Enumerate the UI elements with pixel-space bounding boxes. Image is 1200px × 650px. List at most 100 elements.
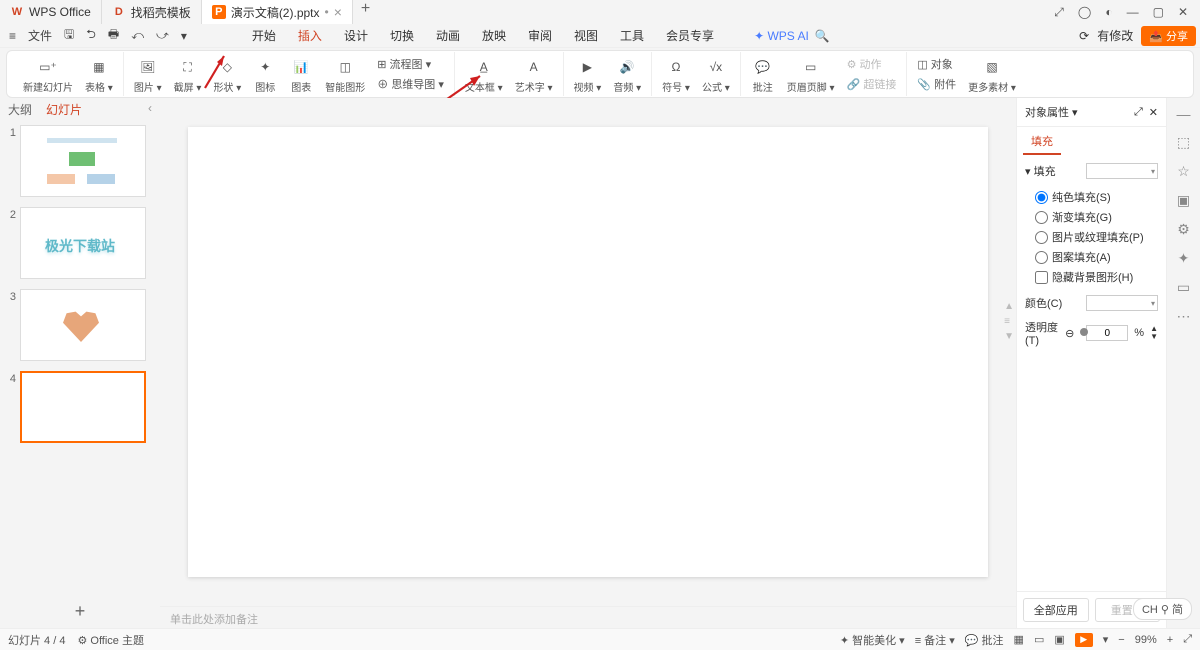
qat-print-icon[interactable]: 🖶	[103, 23, 124, 48]
sidetool-ai-icon[interactable]: ✦	[1178, 250, 1190, 267]
screenshot-button[interactable]: ⛶截屏 ▾	[170, 55, 206, 96]
app-tab-wps[interactable]: W WPS Office	[0, 0, 102, 24]
tab-transition[interactable]: 切换	[380, 25, 424, 46]
pin-icon[interactable]: ⤢	[1128, 106, 1149, 119]
sync-icon[interactable]: ⟳	[1079, 29, 1089, 43]
shape-button[interactable]: ◇形状 ▾	[209, 55, 245, 96]
smartart-button[interactable]: ◫智能图形	[321, 55, 369, 96]
collapse-right-icon[interactable]: —	[1177, 106, 1191, 122]
solid-fill-radio[interactable]: 纯色填充(S)	[1025, 187, 1158, 207]
qat-more-icon[interactable]: ▾	[176, 27, 192, 45]
comment-toggle[interactable]: 💬 批注	[965, 632, 1004, 648]
pattern-fill-radio[interactable]: 图案填充(A)	[1025, 247, 1158, 267]
sidetool-select-icon[interactable]: ⬚	[1177, 134, 1190, 151]
textbox-button[interactable]: A̲文本框 ▾	[461, 55, 507, 96]
notes-pane[interactable]: 单击此处添加备注	[160, 606, 1016, 628]
zoom-level[interactable]: 99%	[1135, 634, 1157, 646]
picture-button[interactable]: 🖼图片 ▾	[130, 55, 166, 96]
stepper-icon[interactable]: ▲▼	[1150, 325, 1158, 341]
tab-design[interactable]: 设计	[334, 25, 378, 46]
apply-all-button[interactable]: 全部应用	[1023, 598, 1089, 622]
theme-label[interactable]: ⚙ Office 主题	[65, 632, 156, 648]
wordart-button[interactable]: A艺术字 ▾	[511, 55, 557, 96]
notes-toggle[interactable]: ≡ 备注 ▾	[915, 632, 955, 648]
slide-thumb-1[interactable]	[20, 125, 146, 197]
scroll-indicator[interactable]: ▲≡▼	[1004, 301, 1014, 342]
action-link[interactable]: ⚙ 动作	[843, 55, 901, 73]
flowchart-link[interactable]: ⊞ 流程图 ▾	[373, 55, 448, 73]
slideshow-button[interactable]: ▶	[1075, 633, 1093, 647]
qat-redo-icon[interactable]: ⤻	[151, 26, 174, 45]
fill-section-label[interactable]: ▾ 填充	[1025, 163, 1056, 179]
fill-color-swatch[interactable]	[1086, 163, 1158, 179]
hyperlink-link[interactable]: 🔗 超链接	[843, 75, 901, 93]
close-panel-icon[interactable]: ✕	[1149, 106, 1158, 119]
color-picker[interactable]	[1086, 295, 1158, 311]
attachment-link[interactable]: 📎 附件	[913, 75, 960, 93]
close-tab-icon[interactable]: ×	[334, 4, 342, 20]
tab-insert[interactable]: 插入	[288, 25, 332, 46]
view-sorter-icon[interactable]: ▭	[1034, 633, 1044, 646]
tab-member[interactable]: 会员专享	[656, 25, 724, 46]
more-assets-button[interactable]: ▧更多素材 ▾	[964, 55, 1020, 96]
collapse-icon[interactable]: ‹	[148, 101, 152, 118]
tab-tools[interactable]: 工具	[610, 25, 654, 46]
share-button[interactable]: 📤 分享	[1141, 26, 1196, 46]
video-button[interactable]: ▶视频 ▾	[570, 55, 606, 96]
sidetool-star-icon[interactable]: ☆	[1177, 163, 1190, 180]
outline-tab[interactable]: 大纲	[8, 101, 32, 118]
maximize-icon[interactable]: ▢	[1153, 5, 1164, 20]
tab-review[interactable]: 审阅	[518, 25, 562, 46]
comment-button[interactable]: 💬批注	[747, 55, 779, 96]
zoom-out-icon[interactable]: −	[1118, 634, 1124, 646]
new-slide-button[interactable]: ▭⁺新建幻灯片	[19, 55, 77, 96]
qat-undo-icon[interactable]: ⤺	[126, 26, 149, 45]
sidetool-layers-icon[interactable]: ▣	[1177, 192, 1190, 209]
minimize-icon[interactable]: —	[1127, 5, 1139, 20]
beautify-button[interactable]: ✦ 智能美化 ▾	[840, 632, 905, 648]
symbol-button[interactable]: Ω符号 ▾	[658, 55, 694, 96]
slide-thumb-2[interactable]: 极光下载站	[20, 207, 146, 279]
hide-bg-checkbox[interactable]: 隐藏背景图形(H)	[1025, 267, 1158, 287]
view-reading-icon[interactable]: ▣	[1054, 633, 1064, 646]
slide-canvas[interactable]	[188, 127, 988, 577]
table-button[interactable]: ▦表格 ▾	[81, 55, 117, 96]
app-tab-templates[interactable]: D 找稻壳模板	[102, 0, 202, 24]
sidetool-page-icon[interactable]: ▭	[1177, 279, 1190, 296]
slide-thumb-4[interactable]	[20, 371, 146, 443]
icon-button[interactable]: ✦图标	[249, 55, 281, 96]
language-pill[interactable]: CH ⚲ 简	[1133, 598, 1192, 620]
close-window-icon[interactable]: ✕	[1178, 5, 1188, 20]
new-tab-button[interactable]: +	[353, 0, 378, 24]
slide-thumb-3[interactable]	[20, 289, 146, 361]
tab-animation[interactable]: 动画	[426, 25, 470, 46]
win-b-icon[interactable]: ◯	[1078, 5, 1091, 20]
changes-label[interactable]: 有修改	[1097, 27, 1133, 44]
add-slide-button[interactable]: +	[0, 595, 160, 628]
gradient-fill-radio[interactable]: 渐变填充(G)	[1025, 207, 1158, 227]
opacity-input[interactable]	[1086, 325, 1128, 341]
qat-export-icon[interactable]: ⮌	[81, 23, 101, 48]
search-icon[interactable]: 🔍	[809, 29, 836, 43]
zoom-in-icon[interactable]: +	[1167, 634, 1173, 646]
sidetool-settings-icon[interactable]: ⚙	[1177, 221, 1190, 238]
mindmap-link[interactable]: ⊕ 思维导图 ▾	[373, 75, 448, 93]
view-normal-icon[interactable]: ▦	[1014, 633, 1024, 646]
win-a-icon[interactable]: ⤢	[1054, 5, 1064, 20]
object-link[interactable]: ◫ 对象	[913, 55, 960, 73]
app-tab-document[interactable]: P 演示文稿(2).pptx • ×	[202, 0, 353, 24]
headerfooter-button[interactable]: ▭页眉页脚 ▾	[783, 55, 839, 96]
picture-fill-radio[interactable]: 图片或纹理填充(P)	[1025, 227, 1158, 247]
file-menu[interactable]: 文件	[23, 25, 57, 46]
fit-icon[interactable]: ⤢	[1183, 633, 1192, 646]
audio-button[interactable]: 🔊音频 ▾	[609, 55, 645, 96]
hamburger-icon[interactable]: ≡	[4, 27, 21, 45]
win-c-icon[interactable]: ◐	[1105, 5, 1112, 20]
tab-view[interactable]: 视图	[564, 25, 608, 46]
tab-start[interactable]: 开始	[242, 25, 286, 46]
qat-save-icon[interactable]: 🖫	[59, 23, 79, 48]
slides-tab[interactable]: 幻灯片	[46, 101, 82, 118]
wps-ai-button[interactable]: ✦ WPS AI	[754, 29, 809, 43]
formula-button[interactable]: √x公式 ▾	[698, 55, 734, 96]
tab-slideshow[interactable]: 放映	[472, 25, 516, 46]
